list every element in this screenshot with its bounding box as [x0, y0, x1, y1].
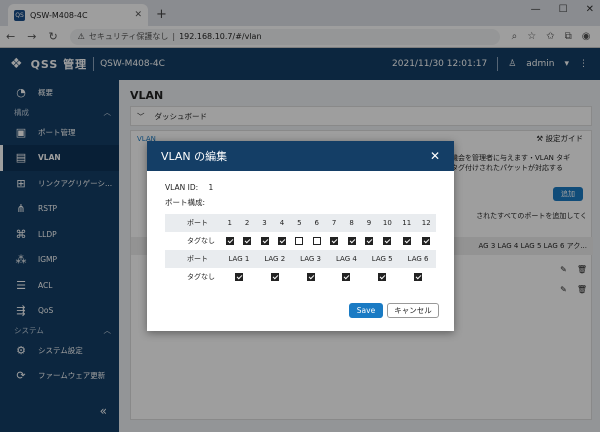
untagged-cell	[221, 232, 238, 250]
port-row-label: ポート	[165, 250, 221, 268]
port-number: 2	[238, 214, 256, 232]
port-header-row: ポート 1 2 3 4 5 6 7 8 9 10 11 12	[165, 214, 436, 232]
untagged-cell	[293, 268, 329, 286]
port-number: 1	[221, 214, 239, 232]
lag-untagged-row: タグなし	[165, 268, 436, 286]
untagged-label: タグなし	[187, 273, 215, 281]
untagged-cell	[364, 268, 400, 286]
untagged-checkbox[interactable]	[364, 237, 373, 245]
untagged-checkbox[interactable]	[277, 237, 286, 245]
cancel-button[interactable]: キャンセル	[387, 303, 439, 318]
port-number: 7	[325, 214, 343, 232]
lag-name: LAG 6	[400, 250, 436, 268]
port-number: 10	[377, 214, 398, 232]
untagged-checkbox[interactable]	[414, 273, 423, 281]
untagged-checkbox[interactable]	[243, 237, 252, 245]
untagged-checkbox[interactable]	[402, 237, 411, 245]
untagged-cell	[416, 232, 436, 250]
untagged-checkbox[interactable]	[260, 237, 269, 245]
lag-name: LAG 4	[328, 250, 365, 268]
lag-name: LAG 2	[256, 250, 293, 268]
untagged-checkbox[interactable]	[422, 237, 431, 245]
untagged-checkbox[interactable]	[342, 273, 351, 281]
port-number: 4	[273, 214, 291, 232]
untagged-checkbox[interactable]	[383, 237, 392, 245]
port-number: 5	[290, 214, 309, 232]
port-number: 3	[255, 214, 274, 232]
port-row-label: ポート	[165, 214, 221, 232]
port-number: 12	[416, 214, 436, 232]
untagged-label: タグなし	[187, 237, 215, 245]
untagged-cell	[360, 232, 377, 250]
untagged-checkbox[interactable]	[306, 273, 315, 281]
untagged-checkbox[interactable]	[270, 273, 279, 281]
lag-name: LAG 5	[364, 250, 401, 268]
save-button[interactable]: Save	[349, 303, 383, 318]
untagged-cell	[400, 268, 436, 286]
untagged-cell	[273, 232, 290, 250]
untagged-checkbox[interactable]	[330, 237, 339, 245]
untagged-cell	[256, 232, 273, 250]
close-icon[interactable]: ✕	[430, 149, 440, 163]
lag-name: LAG 3	[292, 250, 329, 268]
untagged-cell	[221, 268, 257, 286]
untagged-checkbox[interactable]	[312, 237, 321, 245]
vlan-id-value: 1	[208, 183, 214, 192]
port-config-label: ポート構成:	[165, 198, 206, 207]
port-number: 11	[397, 214, 417, 232]
untagged-cell	[291, 232, 308, 250]
port-table: ポート 1 2 3 4 5 6 7 8 9 10 11 12 タグなし	[165, 214, 436, 250]
lag-table: ポート LAG 1 LAG 2 LAG 3 LAG 4 LAG 5 LAG 6 …	[165, 250, 436, 286]
untagged-cell	[343, 232, 360, 250]
untagged-cell	[397, 232, 416, 250]
port-number: 8	[342, 214, 361, 232]
vlan-id-label: VLAN ID:	[165, 183, 199, 192]
untagged-cell	[308, 232, 325, 250]
untagged-cell	[328, 268, 364, 286]
dialog-header: VLAN の編集 ✕	[147, 141, 454, 171]
vlan-id-row: VLAN ID: 1	[165, 183, 213, 192]
lag-name: LAG 1	[221, 250, 257, 268]
untagged-cell	[238, 232, 255, 250]
untagged-cell	[257, 268, 293, 286]
port-number: 9	[360, 214, 378, 232]
untagged-checkbox[interactable]	[347, 237, 356, 245]
port-number: 6	[308, 214, 326, 232]
untagged-checkbox[interactable]	[295, 237, 304, 245]
untagged-cell	[325, 232, 342, 250]
untagged-checkbox[interactable]	[234, 273, 243, 281]
port-untagged-row: タグなし	[165, 232, 436, 250]
untagged-checkbox[interactable]	[378, 273, 387, 281]
untagged-checkbox[interactable]	[225, 237, 234, 245]
untagged-cell	[378, 232, 397, 250]
dialog-title: VLAN の編集	[161, 150, 228, 163]
lag-header-row: ポート LAG 1 LAG 2 LAG 3 LAG 4 LAG 5 LAG 6	[165, 250, 436, 268]
edit-vlan-dialog: VLAN の編集 ✕ VLAN ID: 1 ポート構成: ポート 1 2 3 4…	[147, 141, 454, 331]
